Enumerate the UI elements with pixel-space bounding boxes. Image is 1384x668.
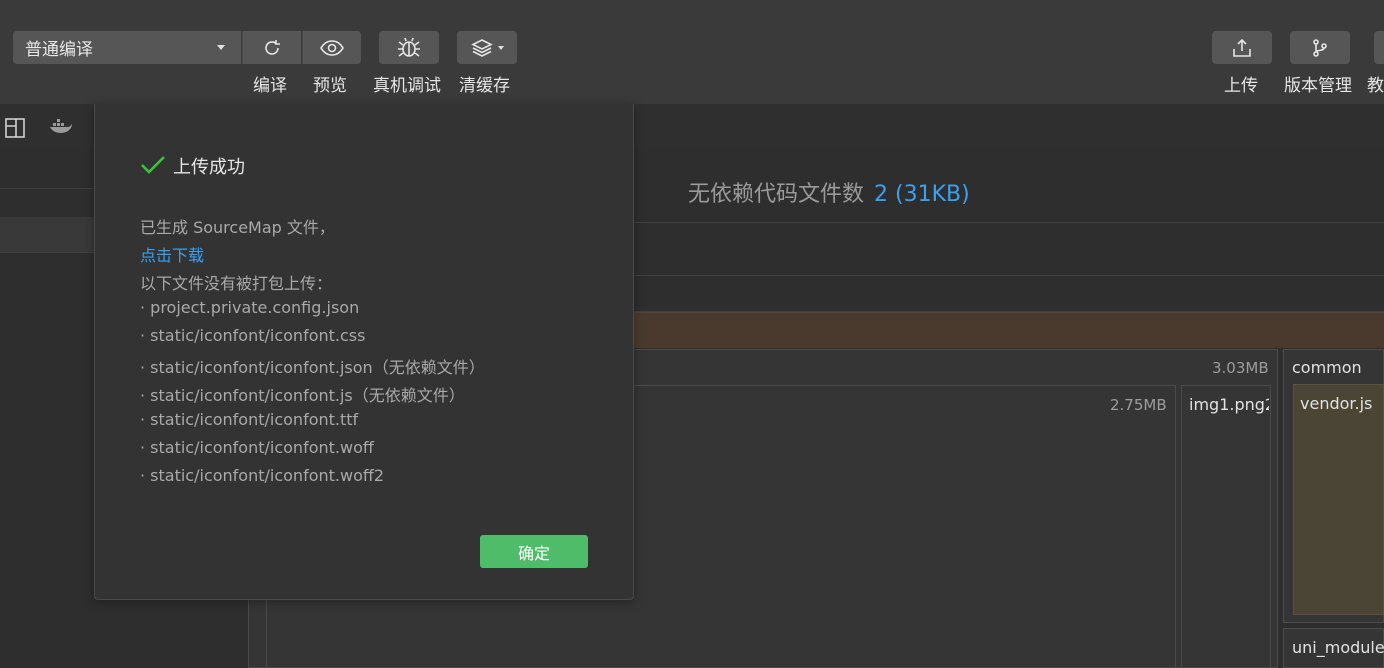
- download-link[interactable]: 点击下载: [140, 242, 204, 266]
- branch-icon: [1313, 38, 1327, 57]
- clear-cache-label: 清缓存: [459, 76, 510, 96]
- not-uploaded-heading: 以下文件没有被打包上传：: [140, 274, 333, 293]
- clear-cache-button[interactable]: [457, 31, 517, 64]
- left-panel-selected-row[interactable]: [0, 217, 95, 252]
- file-item: · static/iconfont/iconfont.json（无依赖文件）: [140, 358, 485, 377]
- remote-debug-label: 真机调试: [373, 76, 441, 96]
- treemap-tile-img1[interactable]: [1181, 385, 1271, 668]
- file-item: · static/iconfont/iconfont.ttf: [140, 410, 359, 429]
- checkmark-icon: [141, 156, 165, 174]
- divider: [632, 222, 1384, 223]
- tutorial-label: 教: [1367, 76, 1384, 96]
- version-control-label: 版本管理: [1284, 76, 1352, 96]
- compile-mode-select[interactable]: 普通编译: [13, 31, 241, 64]
- chevron-down-icon: [498, 45, 504, 50]
- no-dependency-count[interactable]: 2 (31KB): [874, 182, 970, 207]
- tile-label: img1.png2: [1189, 395, 1269, 414]
- tile-size: 3.03MB: [1212, 359, 1269, 377]
- upload-icon: [1233, 38, 1251, 57]
- compile-mode-value: 普通编译: [25, 40, 93, 60]
- tile-label: vendor.js: [1300, 394, 1373, 413]
- upload-label: 上传: [1224, 76, 1258, 96]
- sourcemap-text: 已生成 SourceMap 文件，: [140, 218, 335, 237]
- refresh-icon: [265, 39, 280, 55]
- divider: [632, 275, 1384, 276]
- divider: [0, 188, 95, 189]
- no-dependency-summary: 无依赖代码文件数 2 (31KB): [688, 176, 970, 208]
- treemap-tile-vendor[interactable]: [1293, 384, 1384, 615]
- remote-debug-button[interactable]: [379, 31, 439, 64]
- tile-label: common: [1292, 358, 1362, 377]
- file-item: · static/iconfont/iconfont.css: [140, 326, 366, 345]
- no-dependency-label: 无依赖代码文件数: [688, 182, 865, 207]
- version-control-button[interactable]: [1290, 31, 1350, 64]
- layers-icon: [471, 38, 493, 57]
- bug-icon: [398, 37, 420, 57]
- tile-size: 2.75MB: [1110, 396, 1167, 414]
- docker-icon[interactable]: [48, 117, 74, 137]
- compile-label: 编译: [253, 76, 287, 96]
- toolbar: 普通编译 编译 预览 真机调试 清缓存 上传 版本管理 教: [0, 0, 1384, 104]
- file-item: · project.private.config.json: [140, 298, 360, 317]
- chevron-down-icon: [217, 45, 225, 50]
- preview-label: 预览: [313, 76, 347, 96]
- layout-icon[interactable]: [4, 117, 26, 139]
- tutorial-button[interactable]: [1374, 31, 1384, 64]
- file-item: · static/iconfont/iconfont.woff2: [140, 466, 385, 485]
- upload-success-dialog: 上传成功 已生成 SourceMap 文件， 点击下载 以下文件没有被打包上传：…: [94, 104, 634, 600]
- eye-icon: [320, 39, 344, 56]
- divider: [0, 252, 95, 253]
- upload-button[interactable]: [1212, 31, 1272, 64]
- file-item: · static/iconfont/iconfont.woff: [140, 438, 374, 457]
- confirm-button[interactable]: 确定: [480, 535, 588, 568]
- compile-button[interactable]: [242, 31, 301, 64]
- preview-button[interactable]: [302, 31, 361, 64]
- tile-label: uni_module: [1292, 638, 1384, 657]
- dialog-title: 上传成功: [173, 157, 245, 178]
- left-panel: [0, 149, 95, 668]
- file-item: · static/iconfont/iconfont.js（无依赖文件）: [140, 386, 465, 405]
